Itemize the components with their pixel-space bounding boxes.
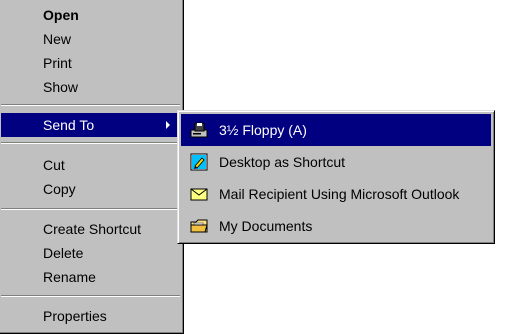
- menu-item-label: Rename: [43, 269, 96, 285]
- menu-item-show[interactable]: Show: [1, 75, 180, 99]
- menu-item-copy[interactable]: Copy: [1, 177, 180, 201]
- menu-item-cut[interactable]: Cut: [1, 153, 180, 177]
- menu-separator: [1, 295, 180, 297]
- menu-item-label: New: [43, 31, 72, 47]
- menu-separator: [1, 142, 180, 144]
- submenu-item-label: Mail Recipient Using Microsoft Outlook: [219, 186, 460, 202]
- menu-item-delete[interactable]: Delete: [1, 241, 180, 265]
- submenu-item-desktop-shortcut[interactable]: Desktop as Shortcut: [181, 146, 491, 178]
- context-menu: Open New Print Show Send To Cut Copy Cre…: [0, 0, 184, 334]
- submenu-item-label: 3½ Floppy (A): [219, 122, 307, 138]
- menu-item-create-shortcut[interactable]: Create Shortcut: [1, 217, 180, 241]
- submenu-item-floppy[interactable]: 3½ Floppy (A): [181, 114, 491, 146]
- menu-item-label: Create Shortcut: [43, 221, 142, 237]
- menu-item-label: Print: [43, 55, 72, 71]
- menu-separator: [1, 208, 180, 210]
- submenu-item-mail-recipient[interactable]: Mail Recipient Using Microsoft Outlook: [181, 178, 491, 210]
- folder-icon: [190, 219, 208, 233]
- submenu-item-label: Desktop as Shortcut: [219, 154, 346, 170]
- submenu-item-label: My Documents: [219, 218, 313, 234]
- submenu-arrow-icon: [166, 121, 170, 129]
- menu-item-open[interactable]: Open: [1, 3, 180, 27]
- menu-item-label: Delete: [43, 245, 84, 261]
- floppy-drive-icon: [190, 122, 208, 138]
- menu-item-new[interactable]: New: [1, 27, 180, 51]
- menu-item-label: Copy: [43, 181, 76, 197]
- menu-item-print[interactable]: Print: [1, 51, 180, 75]
- menu-item-label: Show: [43, 79, 79, 95]
- menu-separator: [1, 104, 180, 106]
- menu-item-label: Cut: [43, 157, 65, 173]
- menu-item-label: Open: [43, 7, 79, 23]
- envelope-icon: [190, 188, 208, 201]
- menu-item-label: Properties: [43, 308, 107, 324]
- menu-item-properties[interactable]: Properties: [1, 304, 180, 328]
- menu-item-send-to[interactable]: Send To: [1, 113, 180, 137]
- send-to-submenu: 3½ Floppy (A) Desktop as Shortcut Mail R…: [177, 110, 495, 244]
- menu-item-label: Send To: [43, 117, 95, 133]
- submenu-item-my-documents[interactable]: My Documents: [181, 210, 491, 242]
- desktop-shortcut-icon: [190, 153, 208, 171]
- menu-item-rename[interactable]: Rename: [1, 265, 180, 289]
